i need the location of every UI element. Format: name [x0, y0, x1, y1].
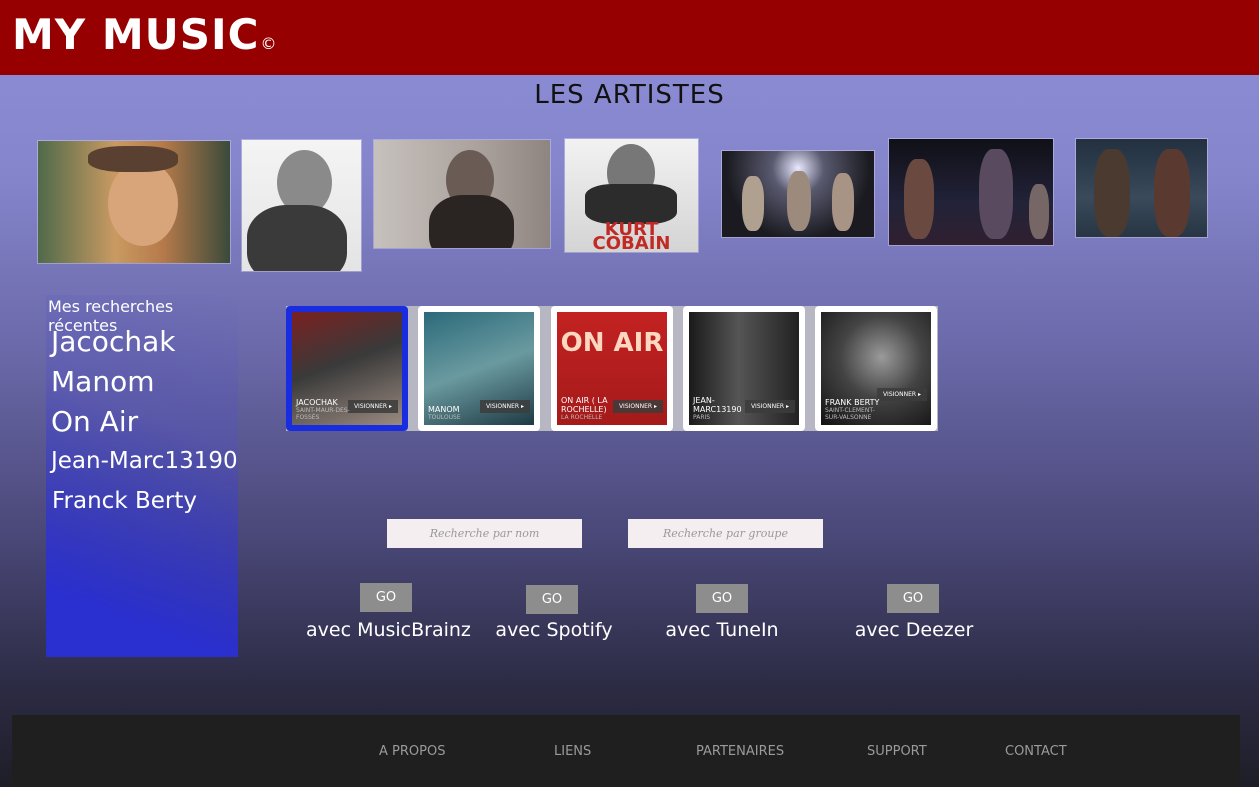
card-label: FRANK BERTY SAINT-CLEMENT-SUR-VALSONNE — [825, 398, 883, 421]
spotify-label: avec Spotify — [495, 619, 613, 641]
kurt-cobain-caption: KURT COBAIN — [592, 219, 671, 253]
copyright-mark: © — [260, 34, 278, 53]
card-title: JACOCHAK — [296, 398, 338, 407]
recent-search-on-air[interactable]: On Air — [51, 405, 138, 438]
go-spotify-button[interactable]: GO — [526, 585, 578, 614]
video-card[interactable]: ON AIR VISIONNER ▸ ON AIR ( LA ROCHELLE)… — [551, 306, 673, 431]
recent-search-jacochak[interactable]: Jacochak — [51, 325, 175, 358]
page-title: LES ARTISTES — [534, 80, 725, 110]
musicbrainz-label: avec MusicBrainz — [306, 619, 471, 641]
logo-text: MY MUSIC — [12, 10, 260, 59]
video-card[interactable]: VISIONNER ▸ MANOM TOULOUSE — [418, 306, 540, 431]
artist-photo-5[interactable] — [721, 150, 875, 238]
card-title: JEAN-MARC13190 — [693, 396, 742, 414]
card-location: SAINT-CLEMENT-SUR-VALSONNE — [825, 407, 875, 421]
artist-photo-2[interactable] — [241, 139, 362, 272]
header-bar: MY MUSIC© — [0, 0, 1259, 75]
artist-photo-kurt-cobain[interactable]: KURT COBAIN — [564, 138, 699, 253]
recent-search-manom[interactable]: Manom — [51, 365, 154, 398]
deezer-label: avec Deezer — [854, 619, 974, 641]
artist-photo-7[interactable] — [1075, 138, 1208, 238]
card-location: PARIS — [693, 414, 711, 421]
go-tunein-button[interactable]: GO — [696, 584, 748, 613]
footer-link-partenaires[interactable]: PARTENAIRES — [696, 744, 784, 759]
card-label: JACOCHAK SAINT-MAUR-DES-FOSSÉS — [296, 398, 354, 421]
video-card[interactable]: VISIONNER ▸ JACOCHAK SAINT-MAUR-DES-FOSSÉ… — [286, 306, 408, 431]
on-air-banner: ON AIR — [560, 328, 664, 358]
tunein-label: avec TuneIn — [665, 619, 779, 641]
go-musicbrainz-button[interactable]: GO — [360, 583, 412, 612]
card-title: FRANK BERTY — [825, 398, 880, 407]
card-label: JEAN-MARC13190 PARIS — [693, 396, 751, 421]
watch-button[interactable]: VISIONNER ▸ — [876, 388, 927, 401]
card-title: MANOM — [428, 405, 460, 414]
card-label: MANOM TOULOUSE — [428, 405, 486, 421]
site-logo[interactable]: MY MUSIC© — [12, 10, 277, 59]
recent-search-franck-berty[interactable]: Franck Berty — [52, 488, 197, 514]
search-by-name-input[interactable] — [387, 519, 582, 548]
video-card[interactable]: VISIONNER ▸ FRANK BERTY SAINT-CLEMENT-SUR… — [815, 306, 937, 431]
footer-link-a-propos[interactable]: A PROPOS — [379, 744, 445, 759]
watch-button[interactable]: VISIONNER ▸ — [612, 400, 663, 413]
card-location: LA ROCHELLE — [561, 414, 603, 421]
video-card[interactable]: VISIONNER ▸ JEAN-MARC13190 PARIS — [683, 306, 805, 431]
search-by-group-input[interactable] — [628, 519, 823, 548]
card-location: SAINT-MAUR-DES-FOSSÉS — [296, 407, 350, 421]
watch-button[interactable]: VISIONNER ▸ — [744, 400, 795, 413]
go-deezer-button[interactable]: GO — [887, 584, 939, 613]
watch-button[interactable]: VISIONNER ▸ — [479, 400, 530, 413]
card-title: ON AIR ( LA ROCHELLE) — [561, 396, 608, 414]
footer-link-liens[interactable]: LIENS — [554, 744, 591, 759]
footer-link-support[interactable]: SUPPORT — [867, 744, 927, 759]
artist-photo-1[interactable] — [37, 140, 231, 264]
footer-link-contact[interactable]: CONTACT — [1005, 744, 1067, 759]
video-cards-strip: VISIONNER ▸ JACOCHAK SAINT-MAUR-DES-FOSSÉ… — [286, 306, 938, 431]
card-label: ON AIR ( LA ROCHELLE) LA ROCHELLE — [561, 396, 619, 421]
recent-search-jean-marc[interactable]: Jean-Marc13190 — [51, 448, 238, 474]
footer-bar: A PROPOS LIENS PARTENAIRES SUPPORT CONTA… — [12, 715, 1240, 787]
artist-photo-6[interactable] — [888, 138, 1054, 246]
card-location: TOULOUSE — [428, 414, 461, 421]
artist-photo-3[interactable] — [373, 139, 551, 249]
watch-button[interactable]: VISIONNER ▸ — [347, 400, 398, 413]
recent-searches-panel: Mes recherches récentes Jacochak Manom O… — [46, 295, 238, 657]
